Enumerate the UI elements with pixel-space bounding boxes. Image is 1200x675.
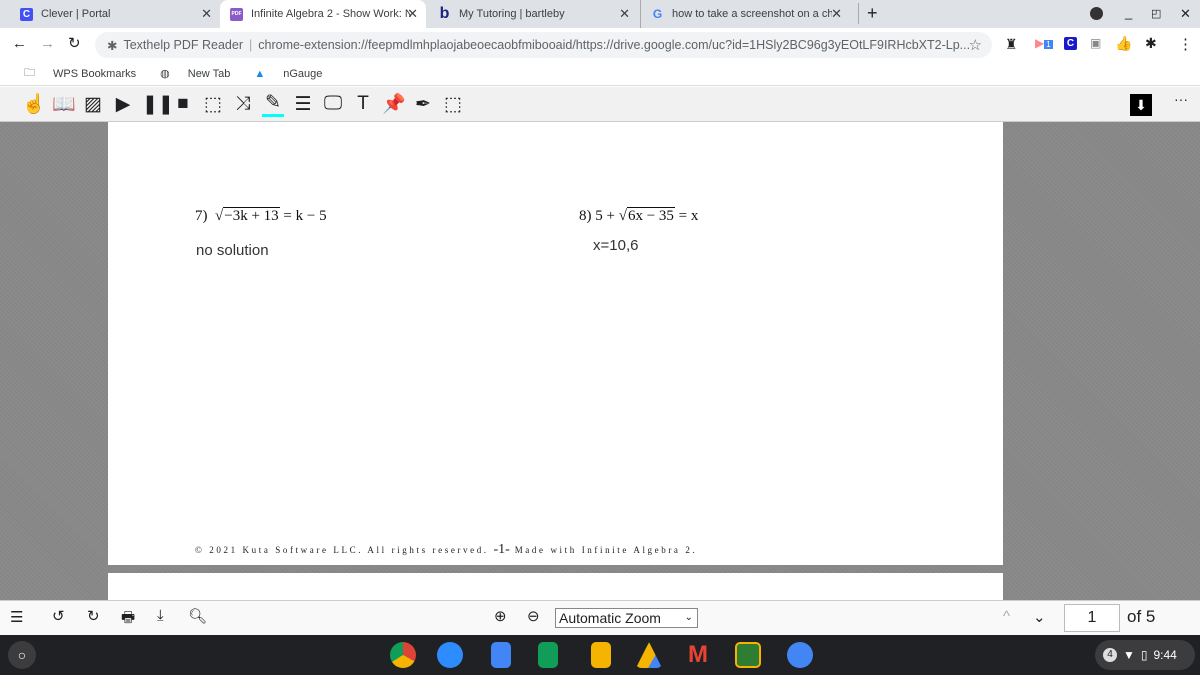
google-icon: G: [652, 7, 663, 21]
puzzle-icon: ✱: [107, 38, 118, 53]
hand-pointer-icon[interactable]: ☝: [22, 92, 46, 116]
extension-icon[interactable]: ♜: [1005, 36, 1018, 53]
classroom-app-icon[interactable]: [735, 642, 761, 668]
files-app-icon[interactable]: [787, 642, 813, 668]
slides-app-icon[interactable]: [591, 642, 611, 668]
bookmark-wps[interactable]: 🗀 WPS Bookmarks: [12, 64, 136, 83]
extension-screen-icon[interactable]: ▣: [1090, 36, 1101, 50]
close-icon[interactable]: ✕: [201, 6, 212, 22]
tab-clever[interactable]: C Clever | Portal ✕: [10, 0, 220, 28]
ngauge-icon: ▲: [254, 67, 266, 80]
text-icon[interactable]: T: [352, 93, 374, 115]
next-page-button[interactable]: ⌄: [1033, 608, 1046, 626]
previous-page-button[interactable]: ^: [1003, 608, 1010, 625]
clock: 9:44: [1153, 648, 1177, 662]
close-icon[interactable]: ✕: [407, 6, 418, 22]
launcher-button[interactable]: ○: [8, 641, 36, 669]
forward-button[interactable]: →: [40, 35, 55, 52]
toolbar: ← → ↻ ✱ Texthelp PDF Reader | chrome-extens…: [0, 28, 1200, 62]
docs-app-icon[interactable]: [491, 642, 511, 668]
wifi-icon: ▼: [1123, 648, 1135, 662]
bookmarks-bar: 🗀 WPS Bookmarks ◍ New Tab ▲ nGauge: [0, 62, 1200, 86]
problem-7: 7) √−3k + 13 = k − 5: [195, 207, 327, 224]
back-button[interactable]: ←: [12, 35, 27, 52]
list-icon[interactable]: ☰: [292, 93, 314, 116]
download-icon[interactable]: ⤓: [157, 607, 164, 624]
tab-infinite-algebra[interactable]: PDF Infinite Algebra 2 - Show Work: N ✕: [220, 0, 426, 28]
pdf-viewer[interactable]: 7) √−3k + 13 = k − 5 no solution 8) 5 + …: [0, 122, 1200, 600]
answer-7: no solution: [196, 242, 269, 259]
star-icon[interactable]: ☆: [969, 36, 982, 54]
pen-icon[interactable]: ✒: [412, 93, 434, 116]
profile-icon[interactable]: [1090, 7, 1103, 20]
tab-strip: C Clever | Portal ✕ PDF Infinite Algebra 2 …: [0, 0, 1200, 28]
restore-button[interactable]: ◰: [1151, 7, 1161, 20]
answer-8: x=10,6: [593, 237, 639, 254]
globe-icon: ◍: [160, 68, 170, 80]
rotate-cw-icon[interactable]: ↻: [87, 607, 100, 625]
rotate-ccw-icon[interactable]: ↺: [52, 607, 65, 625]
tab-google[interactable]: Ghow to take a screenshot on a ch ✕: [640, 0, 850, 28]
folder-icon: 🗀: [24, 67, 35, 79]
notification-count: 4: [1103, 648, 1117, 662]
highlighter-icon[interactable]: ✎: [262, 91, 284, 117]
play-icon[interactable]: ▶: [112, 93, 134, 116]
pin-icon[interactable]: 📌: [382, 92, 406, 116]
pdf-icon: PDF: [230, 7, 243, 21]
zoom-app-icon[interactable]: [437, 642, 463, 668]
status-area[interactable]: 4 ▼ ▯ 9:44: [1095, 640, 1195, 670]
tab-bartleby[interactable]: b My Tutoring | bartleby ✕: [428, 0, 638, 28]
texthelp-toolbar: ☝ 📖 ▨ ▶ ❚❚ ■ ⬚ ⤨ ✎ ☰ 🖵 T 📌 ✒ ⬚ ⬇ ···: [0, 87, 1200, 122]
image-icon[interactable]: ▨: [82, 93, 104, 116]
address-bar[interactable]: ✱ Texthelp PDF Reader | chrome-extension://…: [95, 32, 992, 58]
more-icon[interactable]: ···: [1170, 91, 1192, 107]
pdf-page-2: [108, 573, 1003, 600]
print-icon[interactable]: 🖶: [121, 607, 135, 632]
bartleby-icon: b: [439, 5, 450, 22]
close-icon[interactable]: ✕: [831, 6, 842, 22]
minimize-button[interactable]: _: [1125, 5, 1132, 20]
crop-icon[interactable]: ⬚: [442, 93, 464, 116]
new-tab-button[interactable]: +: [858, 3, 878, 24]
pause-icon[interactable]: ❚❚: [142, 93, 174, 116]
chromeos-shelf: ○ M 4 ▼ ▯ 9:44: [0, 635, 1200, 675]
drive-app-icon[interactable]: [636, 642, 662, 668]
pdf-toolbar: ☰ ↺ ↻ 🖶 ⤓ 🔍︎ ⊕ ⊖ Automatic Zoom ⌄ ^ ⌄ 1 o…: [0, 600, 1200, 635]
bookmark-new-tab[interactable]: ◍ New Tab: [148, 67, 230, 81]
zoom-in-icon[interactable]: ⊕: [494, 607, 507, 625]
page-footer: © 2021 Kuta Software LLC. All rights res…: [195, 542, 698, 557]
stop-icon[interactable]: ■: [172, 93, 194, 115]
reload-button[interactable]: ↻: [68, 34, 81, 52]
extension-cast-icon[interactable]: ▶ 1: [1035, 36, 1053, 50]
battery-icon: ▯: [1140, 648, 1148, 662]
clever-extension-icon[interactable]: C: [1064, 37, 1077, 50]
zoom-select[interactable]: Automatic Zoom ⌄: [555, 608, 698, 628]
sidebar-toggle-icon[interactable]: ☰: [10, 608, 23, 626]
bookmark-ngauge[interactable]: ▲ nGauge: [242, 68, 322, 80]
shuffle-icon[interactable]: ⤨: [232, 93, 254, 115]
extensions-icon[interactable]: ✱: [1145, 35, 1157, 52]
page-number-input[interactable]: 1: [1064, 604, 1120, 632]
chrome-app-icon[interactable]: [390, 642, 416, 668]
search-icon[interactable]: 🔍︎: [188, 607, 207, 625]
pdf-page: 7) √−3k + 13 = k − 5 no solution 8) 5 + …: [108, 122, 1003, 565]
clever-icon: C: [20, 7, 33, 21]
page-count: of 5: [1127, 607, 1156, 626]
download-icon[interactable]: ⬇: [1130, 94, 1152, 116]
screen-icon[interactable]: 🖵: [322, 93, 344, 115]
sheets-app-icon[interactable]: [538, 642, 558, 668]
zoom-out-icon[interactable]: ⊖: [527, 607, 540, 625]
select-icon[interactable]: ⬚: [202, 93, 224, 116]
close-icon[interactable]: ✕: [619, 6, 630, 22]
gmail-app-icon[interactable]: M: [688, 642, 714, 668]
menu-icon[interactable]: ⋮: [1178, 35, 1193, 53]
thumbs-up-icon[interactable]: 👍: [1115, 35, 1132, 52]
problem-8: 8) 5 + √6x − 35 = x: [579, 207, 699, 224]
book-icon[interactable]: 📖: [52, 92, 76, 116]
close-window-button[interactable]: ✕: [1180, 6, 1191, 22]
